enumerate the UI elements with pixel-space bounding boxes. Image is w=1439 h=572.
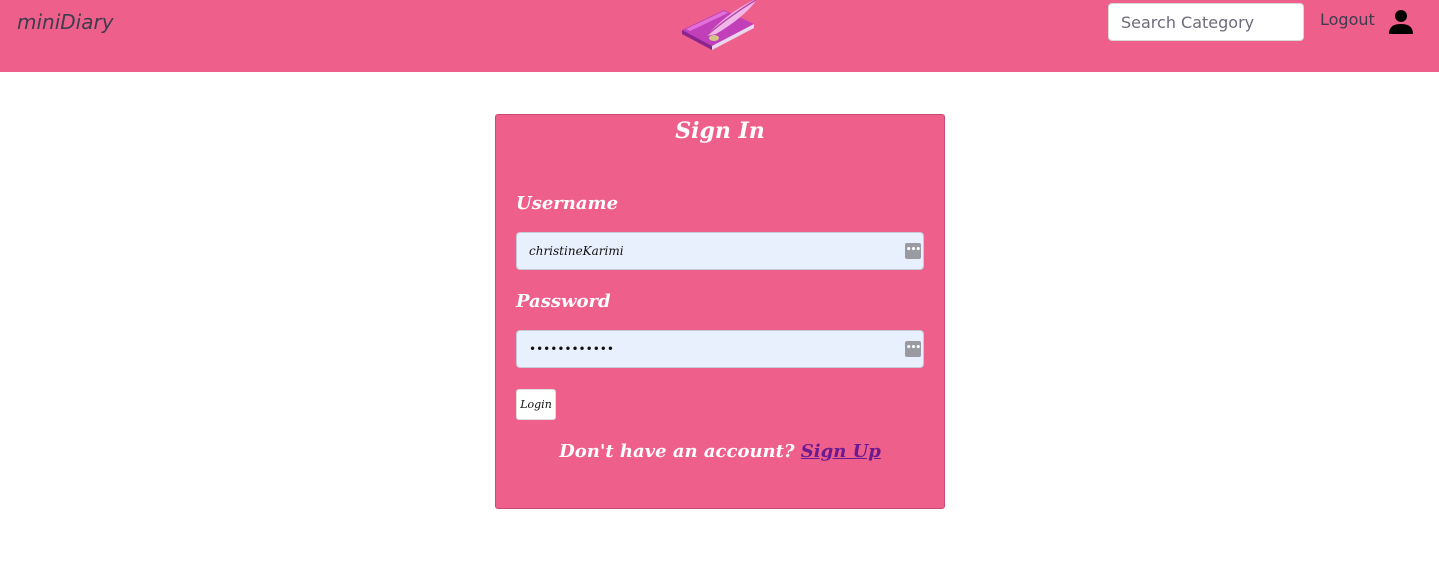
password-label: Password bbox=[516, 291, 611, 312]
signup-prompt-line: Don't have an account? Sign Up bbox=[496, 441, 944, 462]
password-manager-dots-icon[interactable]: ••• bbox=[905, 243, 921, 259]
signup-link[interactable]: Sign Up bbox=[801, 441, 881, 462]
password-field[interactable]: ••• bbox=[516, 330, 924, 368]
search-category-input[interactable] bbox=[1108, 3, 1304, 41]
username-label: Username bbox=[516, 193, 619, 214]
navbar: miniDiary Logout bbox=[0, 0, 1439, 72]
diary-book-quill-icon bbox=[682, 0, 757, 50]
login-button[interactable]: Login bbox=[516, 389, 556, 420]
password-manager-dots-icon[interactable]: ••• bbox=[905, 341, 921, 357]
username-field[interactable]: ••• bbox=[516, 232, 924, 270]
signup-prompt-text: Don't have an account? bbox=[559, 441, 795, 462]
logout-link[interactable]: Logout bbox=[1320, 10, 1375, 29]
signin-title: Sign In bbox=[675, 118, 765, 144]
password-input[interactable] bbox=[517, 331, 897, 367]
signin-card: Sign In Username ••• Password ••• Login … bbox=[495, 114, 945, 509]
username-input[interactable] bbox=[517, 233, 897, 269]
brand-name[interactable]: miniDiary bbox=[17, 10, 114, 34]
person-icon[interactable] bbox=[1386, 7, 1416, 37]
